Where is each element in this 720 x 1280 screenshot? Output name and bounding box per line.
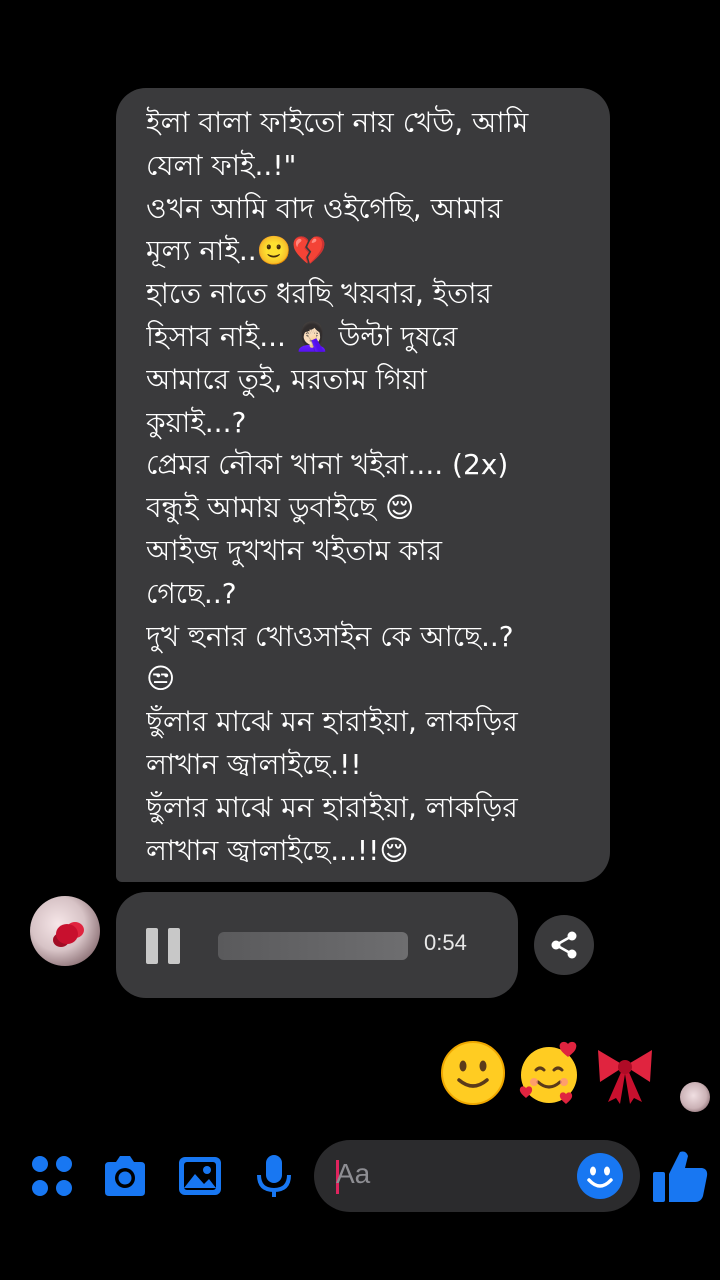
camera-icon[interactable] bbox=[101, 1152, 149, 1200]
share-button[interactable] bbox=[534, 915, 594, 975]
ribbon-icon bbox=[598, 1050, 652, 1104]
apps-icon[interactable] bbox=[28, 1152, 76, 1200]
flower-decoration bbox=[56, 924, 78, 944]
message-line: গেছে..? bbox=[146, 576, 237, 610]
seen-indicator-avatar bbox=[680, 1082, 710, 1112]
slightly-smiling-face-icon bbox=[441, 1041, 505, 1105]
emoji-icon[interactable] bbox=[576, 1152, 624, 1200]
message-line: লাখান জ্বালাইছে...!!😌 bbox=[146, 833, 409, 867]
message-line: প্রেমর নৌকা খানা খইরা.... (2x) bbox=[146, 448, 509, 482]
microphone-icon[interactable] bbox=[250, 1152, 298, 1200]
message-line: আইজ দুখখান খইতাম কার bbox=[146, 533, 443, 567]
message-line: ওখন আমি বাদ ওইগেছি, আমার bbox=[146, 191, 503, 225]
message-line: 😒 bbox=[146, 662, 176, 696]
message-line: কুয়াই...? bbox=[146, 405, 247, 439]
message-line: ছুঁলার মাঝে মন হারাইয়া, লাকড়ির bbox=[146, 790, 518, 824]
pause-icon[interactable] bbox=[146, 928, 180, 964]
message-line: ছুঁলার মাঝে মন হারাইয়া, লাকড়ির bbox=[146, 705, 518, 739]
message-input-placeholder: Aa bbox=[336, 1158, 371, 1189]
message-line: ইলা বালা ফাইতো নায় খেউ, আমি bbox=[146, 106, 529, 139]
share-icon bbox=[551, 931, 577, 959]
message-line: হাতে নাতে ধরছি খয়বার, ইতার bbox=[146, 277, 492, 311]
message-line: হিসাব নাই... 🤦🏻‍♀️ উল্টা দুষরে bbox=[146, 319, 458, 353]
smiling-face-with-hearts-icon bbox=[519, 1041, 577, 1104]
message-line: আমারে তুই, মরতাম গিয়া bbox=[146, 362, 427, 396]
like-icon[interactable] bbox=[650, 1146, 710, 1206]
message-line: যেলা ফাই..!" bbox=[146, 148, 297, 182]
sender-avatar[interactable] bbox=[30, 896, 100, 966]
message-line: মূল্য নাই..🙂💔 bbox=[146, 234, 327, 268]
message-input[interactable]: Aa bbox=[314, 1140, 640, 1212]
image-icon[interactable] bbox=[176, 1152, 224, 1200]
message-line: লাখান জ্বালাইছে.!! bbox=[146, 747, 362, 781]
voice-message-bubble[interactable]: 0:54 bbox=[116, 892, 518, 998]
message-line: দুখ হুনার খোওসাইন কে আছে..? bbox=[146, 619, 514, 653]
message-bubble[interactable]: ইলা বালা ফাইতো নায় খেউ, আমি যেলা ফাই..!… bbox=[116, 88, 610, 882]
audio-waveform[interactable] bbox=[218, 932, 408, 960]
audio-duration: 0:54 bbox=[424, 930, 467, 955]
message-line: বন্ধুই আমায় ডুবাইছে 😌 bbox=[146, 491, 415, 525]
